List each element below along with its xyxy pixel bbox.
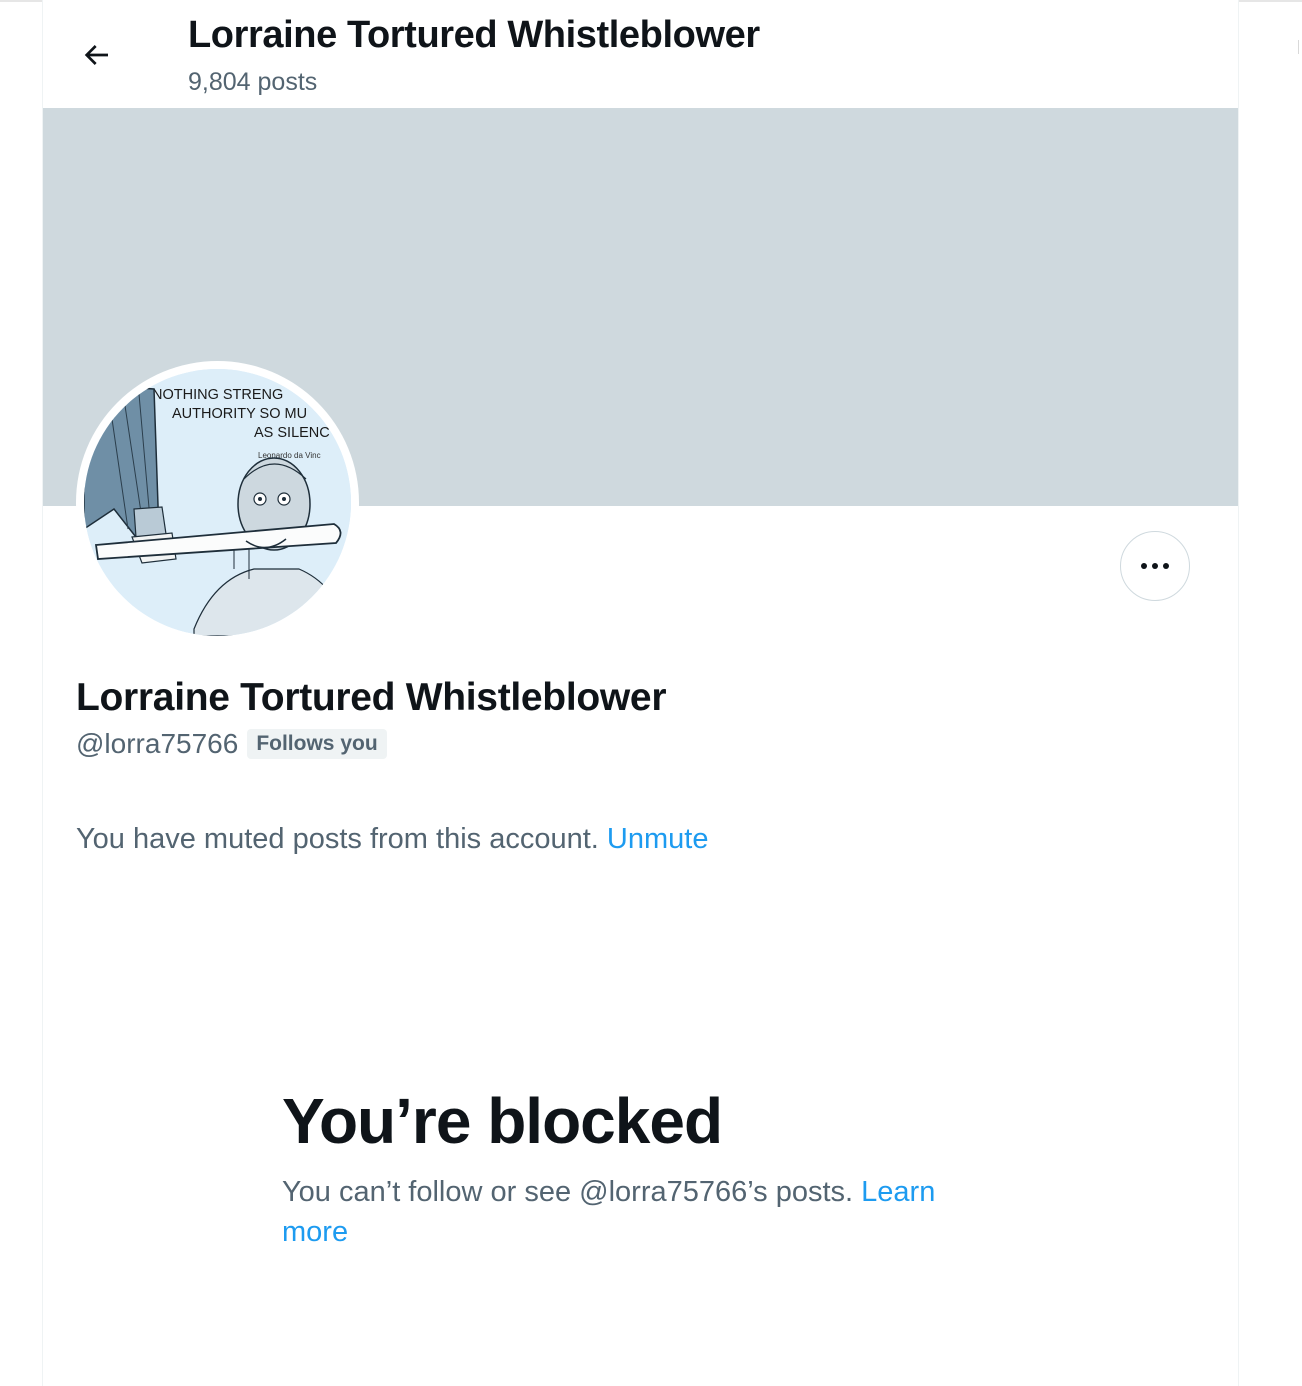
arrow-left-icon xyxy=(84,45,108,65)
avatar-quote-line-2: AUTHORITY SO MU xyxy=(172,406,307,422)
more-options-icon xyxy=(1141,563,1147,569)
display-name: Lorraine Tortured Whistleblower xyxy=(76,676,667,719)
right-edge-mark xyxy=(1298,40,1299,54)
follows-you-badge: Follows you xyxy=(247,729,387,759)
avatar-quote-line-3: AS SILENC xyxy=(254,425,330,441)
avatar-image: NOTHING STRENG AUTHORITY SO MU AS SILENC… xyxy=(84,369,351,636)
more-options-button[interactable] xyxy=(1120,531,1190,601)
header-title: Lorraine Tortured Whistleblower xyxy=(188,14,760,56)
blocked-description-text: You can’t follow or see @lorra75766’s po… xyxy=(282,1176,854,1208)
avatar[interactable]: NOTHING STRENG AUTHORITY SO MU AS SILENC… xyxy=(76,361,359,644)
user-handle: @lorra75766 xyxy=(76,728,239,759)
avatar-quote-line-1: NOTHING STRENG xyxy=(152,387,283,403)
blocked-title: You’re blocked xyxy=(282,1085,723,1157)
profile-header: Lorraine Tortured Whistleblower 9,804 po… xyxy=(43,0,1238,108)
post-count: 9,804 posts xyxy=(188,68,318,96)
blocked-description: You can’t follow or see @lorra75766’s po… xyxy=(282,1172,1002,1252)
muted-text: You have muted posts from this account. xyxy=(76,823,599,855)
main-column: Lorraine Tortured Whistleblower 9,804 po… xyxy=(42,0,1239,1386)
back-button[interactable] xyxy=(71,30,121,80)
unmute-link[interactable]: Unmute xyxy=(607,823,709,855)
profile-page: Lorraine Tortured Whistleblower 9,804 po… xyxy=(0,0,1302,1386)
muted-notice: You have muted posts from this account. … xyxy=(76,823,708,856)
handle-row: @lorra75766 Follows you xyxy=(76,728,387,760)
